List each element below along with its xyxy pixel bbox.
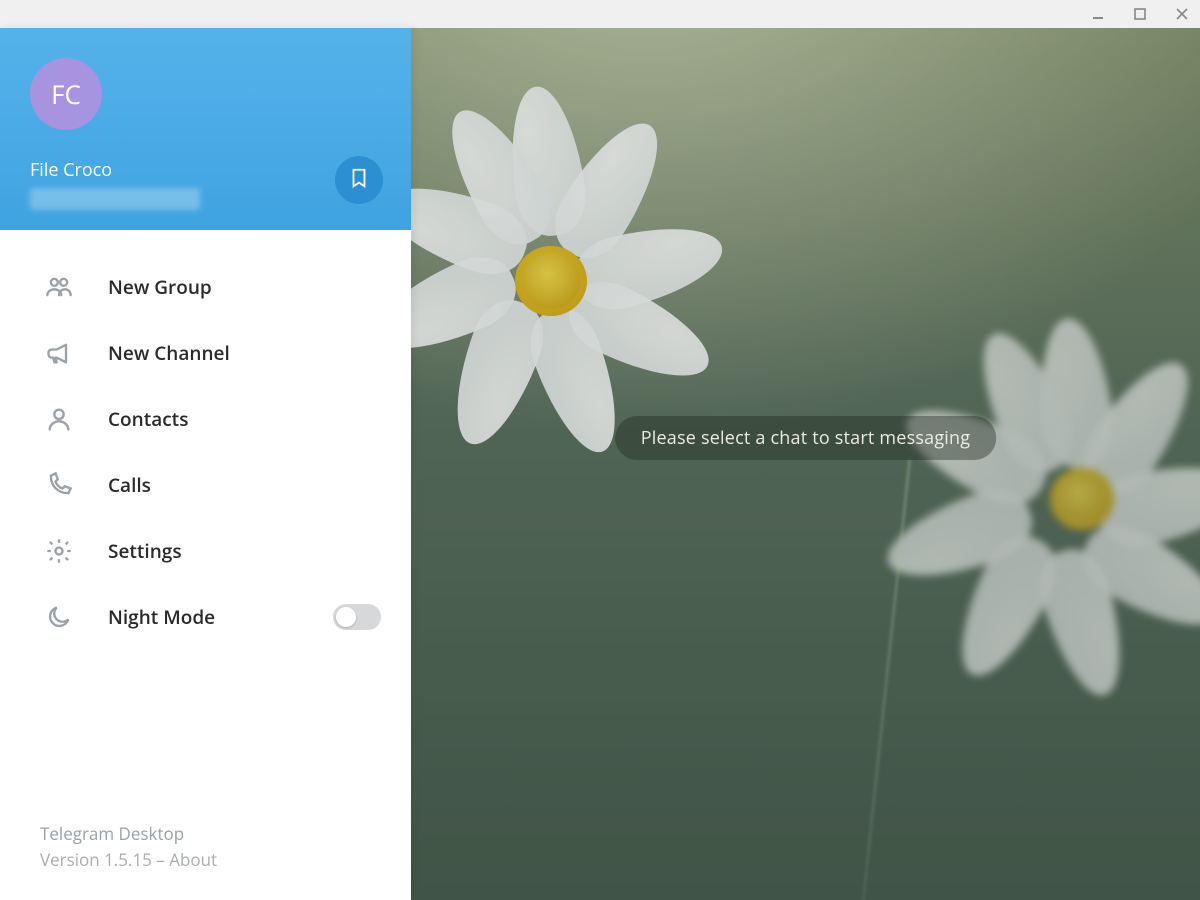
sidebar-menu: New Group New Channel Contacts: [0, 230, 411, 650]
menu-item-settings[interactable]: Settings: [0, 518, 411, 584]
menu-item-label: Settings: [108, 538, 381, 564]
empty-chat-prompt: Please select a chat to start messaging: [615, 416, 997, 460]
chat-area: Please select a chat to start messaging: [411, 28, 1200, 900]
user-name: File Croco: [30, 158, 381, 182]
bookmark-icon: [348, 167, 370, 194]
moon-icon: [44, 602, 74, 632]
menu-item-new-group[interactable]: New Group: [0, 254, 411, 320]
user-status-redacted: [30, 188, 381, 206]
group-icon: [44, 272, 74, 302]
app-name: Telegram Desktop: [40, 821, 411, 847]
menu-item-night-mode[interactable]: Night Mode: [0, 584, 411, 650]
gear-icon: [44, 536, 74, 566]
megaphone-icon: [44, 338, 74, 368]
menu-item-label: New Group: [108, 274, 381, 300]
menu-item-label: Calls: [108, 472, 381, 498]
window-close-button[interactable]: [1172, 4, 1192, 24]
menu-item-new-channel[interactable]: New Channel: [0, 320, 411, 386]
window-minimize-button[interactable]: [1088, 4, 1108, 24]
person-icon: [44, 404, 74, 434]
avatar-initials: FC: [51, 76, 81, 112]
app-body: FC File Croco New Group: [0, 28, 1200, 900]
menu-item-label: New Channel: [108, 340, 381, 366]
night-mode-toggle[interactable]: [333, 604, 381, 630]
menu-item-label: Contacts: [108, 406, 381, 432]
window-maximize-button[interactable]: [1130, 4, 1150, 24]
user-avatar[interactable]: FC: [30, 58, 102, 130]
sidebar-header: FC File Croco: [0, 28, 411, 230]
window-titlebar: [0, 0, 1200, 28]
app-version-line[interactable]: Version 1.5.15 – About: [40, 847, 411, 873]
menu-item-calls[interactable]: Calls: [0, 452, 411, 518]
menu-item-label: Night Mode: [108, 604, 299, 630]
phone-icon: [44, 470, 74, 500]
menu-item-contacts[interactable]: Contacts: [0, 386, 411, 452]
saved-messages-button[interactable]: [335, 156, 383, 204]
app-window: FC File Croco New Group: [0, 0, 1200, 900]
sidebar-footer: Telegram Desktop Version 1.5.15 – About: [0, 821, 411, 900]
sidebar: FC File Croco New Group: [0, 28, 411, 900]
